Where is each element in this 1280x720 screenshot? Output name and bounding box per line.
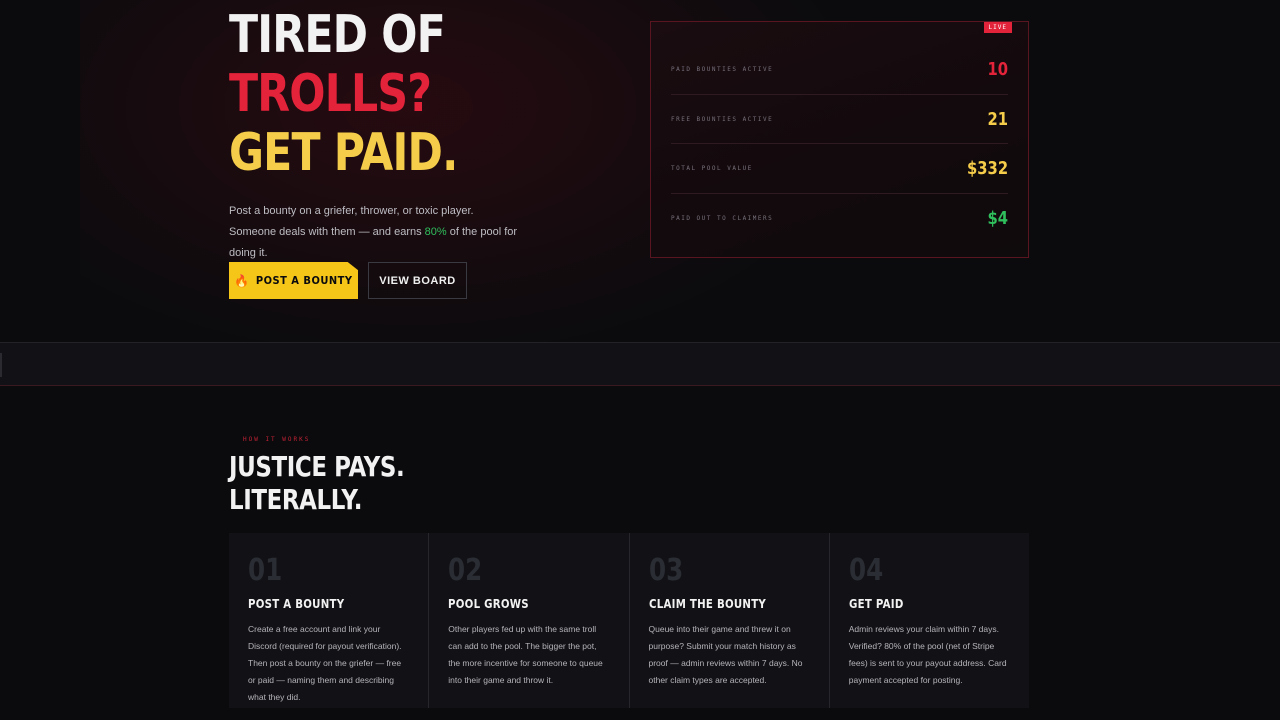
post-bounty-label: POST A BOUNTY <box>255 274 353 287</box>
stat-label: FREE BOUNTIES ACTIVE <box>671 116 774 123</box>
step-title: POST A BOUNTY <box>248 597 345 611</box>
stat-value: $4 <box>987 208 1008 229</box>
post-bounty-button[interactable]: 🔥 POST A BOUNTY <box>229 262 358 299</box>
step-card: 04 GET PAID Admin reviews your claim wit… <box>830 533 1029 708</box>
view-board-label: VIEW BOARD <box>379 274 456 287</box>
section-title: JUSTICE PAYS. LITERALLY. <box>229 450 405 516</box>
step-description: Queue into their game and threw it on pu… <box>648 624 803 685</box>
stat-label: PAID OUT TO CLAIMERS <box>671 215 774 222</box>
step-title: POOL GROWS <box>448 597 530 611</box>
step-card: 01 POST A BOUNTY Create a free account a… <box>229 533 430 708</box>
step-description: Create a free account and link your Disc… <box>248 624 402 702</box>
step-title: GET PAID <box>848 597 904 611</box>
ticker-marker <box>0 353 2 377</box>
hero-headline: TIRED OF TROLLS? GET PAID. <box>229 6 573 183</box>
step-description: Admin reviews your claim within 7 days. … <box>848 624 1007 685</box>
hero-section: TIRED OF TROLLS? GET PAID. Post a bounty… <box>229 0 649 299</box>
stat-row-pool-value: TOTAL POOL VALUE $332 <box>671 143 1008 193</box>
live-badge: LIVE <box>983 22 1012 33</box>
section-title-line-2: LITERALLY. <box>229 483 363 516</box>
step-card: 03 CLAIM THE BOUNTY Queue into their gam… <box>630 533 830 708</box>
step-number: 02 <box>448 553 483 588</box>
flame-icon: 🔥 <box>234 273 250 288</box>
step-number: 04 <box>848 553 883 588</box>
stat-label: TOTAL POOL VALUE <box>671 165 753 172</box>
step-card: 02 POOL GROWS Other players fed up with … <box>429 533 630 708</box>
view-board-button[interactable]: VIEW BOARD <box>368 262 467 299</box>
headline-line-3: GET PAID. <box>229 123 458 183</box>
stat-value: $332 <box>966 158 1008 179</box>
section-title-line-1: JUSTICE PAYS. <box>229 450 405 483</box>
ticker-band <box>0 342 1280 386</box>
step-description: Other players fed up with the same troll… <box>448 624 603 685</box>
headline-line-1: TIRED OF <box>229 5 446 65</box>
stat-value: 21 <box>987 109 1008 130</box>
live-stats-panel: LIVE PAID BOUNTIES ACTIVE 10 FREE BOUNTI… <box>650 21 1029 258</box>
stat-row-free-bounties: FREE BOUNTIES ACTIVE 21 <box>671 94 1008 144</box>
section-kicker: HOW IT WORKS <box>243 436 311 443</box>
step-title: CLAIM THE BOUNTY <box>648 597 766 611</box>
stat-label: PAID BOUNTIES ACTIVE <box>671 65 774 73</box>
headline-line-2: TROLLS? <box>229 64 432 124</box>
step-number: 03 <box>648 553 683 588</box>
stat-value: 10 <box>987 58 1008 80</box>
how-it-works-steps: 01 POST A BOUNTY Create a free account a… <box>229 533 1029 708</box>
hero-description-percent: 80% <box>424 226 447 238</box>
hero-description: Post a bounty on a griefer, thrower, or … <box>229 201 519 264</box>
step-number: 01 <box>248 553 283 588</box>
stat-row-paid-out: PAID OUT TO CLAIMERS $4 <box>671 193 1008 243</box>
stat-row-paid-bounties: PAID BOUNTIES ACTIVE 10 <box>671 44 1008 94</box>
